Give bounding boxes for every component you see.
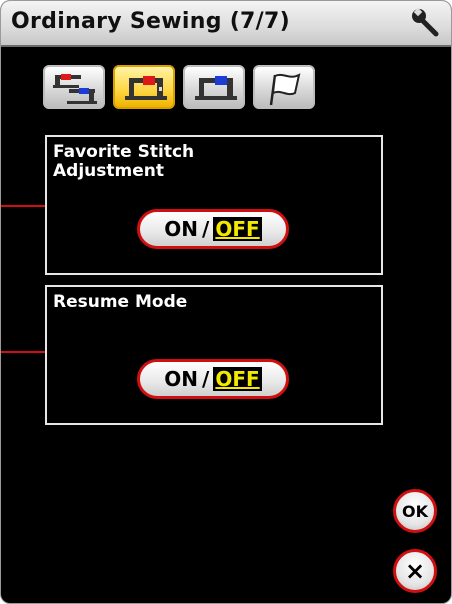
toggle-on-label[interactable]: ON — [164, 367, 198, 391]
sewing-machine-red-icon — [125, 76, 167, 100]
tab-flag[interactable] — [253, 65, 315, 109]
sewing-machine-multi-icon — [53, 74, 97, 104]
toggle-off-label[interactable]: OFF — [213, 217, 262, 241]
setting-favorite-stitch-adjustment: Favorite Stitch Adjustment ON / OFF — [45, 135, 383, 275]
toggle-off-label[interactable]: OFF — [213, 367, 262, 391]
flag-icon — [269, 73, 301, 106]
callout-line — [1, 351, 45, 353]
resume-mode-toggle[interactable]: ON / OFF — [137, 359, 289, 399]
wrench-icon[interactable] — [409, 7, 441, 39]
setting-label: Resume Mode — [53, 292, 188, 312]
callout-line — [1, 205, 45, 207]
close-button[interactable]: × — [393, 549, 437, 593]
toggle-separator: / — [202, 217, 210, 241]
toggle-separator: / — [202, 367, 210, 391]
sewing-machine-blue-icon — [195, 76, 237, 100]
setting-resume-mode: Resume Mode ON / OFF — [45, 285, 383, 425]
tab-machine-blue[interactable] — [183, 65, 245, 109]
title-bar: Ordinary Sewing (7/7) — [1, 1, 451, 47]
ok-button[interactable]: OK — [393, 489, 437, 533]
favorite-stitch-toggle[interactable]: ON / OFF — [137, 209, 289, 249]
toggle-on-label[interactable]: ON — [164, 217, 198, 241]
screen-title: Ordinary Sewing (7/7) — [11, 9, 290, 34]
setting-label: Favorite Stitch Adjustment — [53, 142, 195, 181]
sewing-settings-screen: Ordinary Sewing (7/7) Favorite Stitch Ad… — [0, 0, 452, 604]
tab-machine-settings[interactable] — [113, 65, 175, 109]
tab-machine-overview[interactable] — [43, 65, 105, 109]
